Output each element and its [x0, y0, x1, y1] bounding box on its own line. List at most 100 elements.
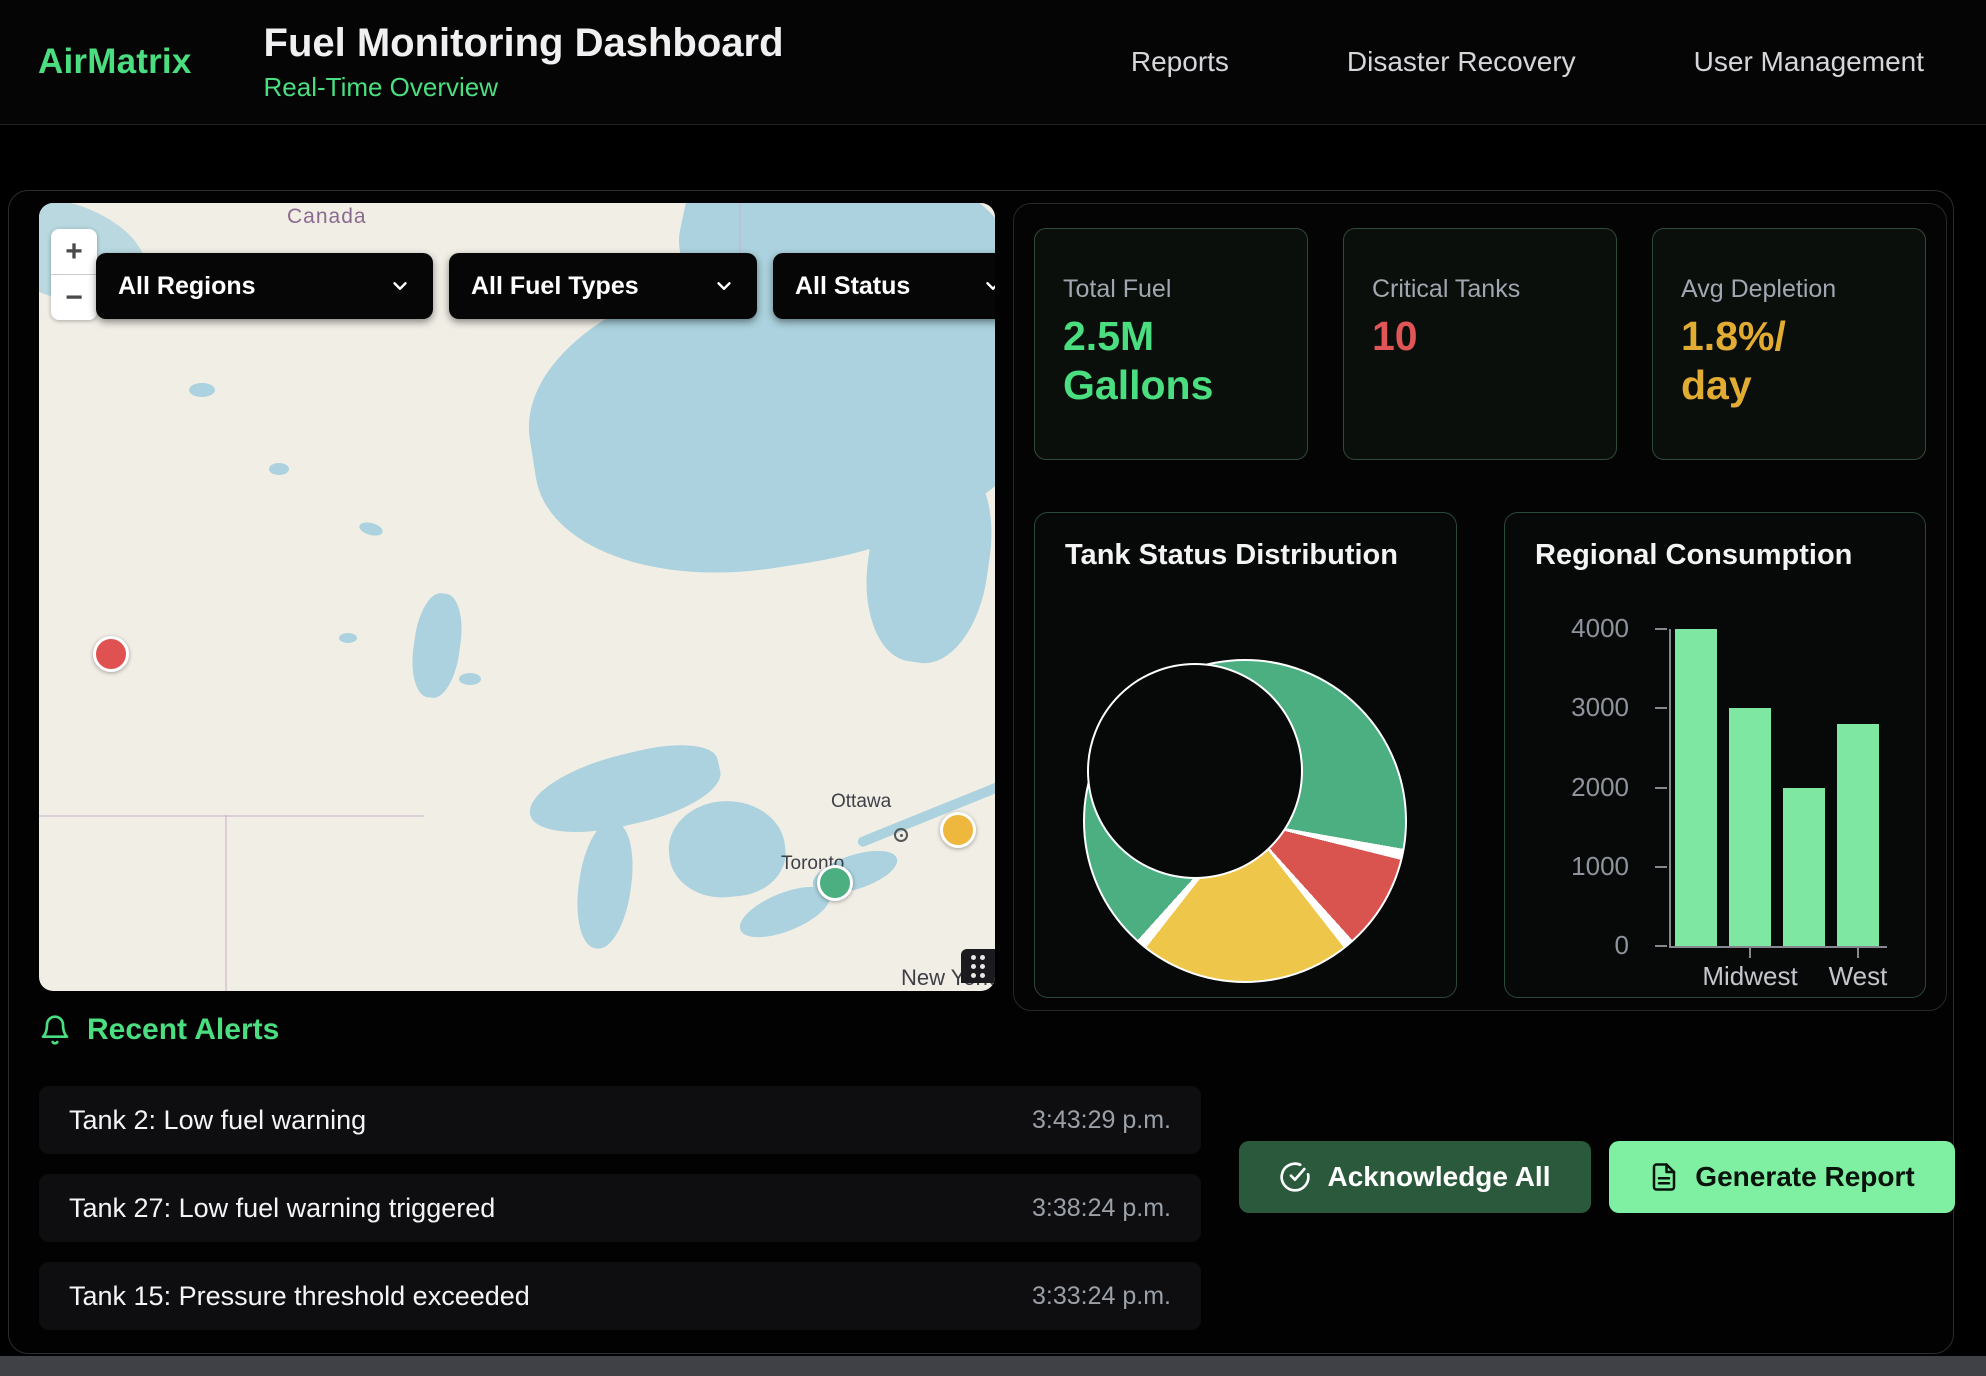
- fuel-map[interactable]: Canada Ottawa Toronto New York + − All R…: [39, 203, 995, 991]
- stat-value-total-fuel: 2.5M Gallons: [1063, 312, 1279, 410]
- alert-row-1[interactable]: Tank 2: Low fuel warning 3:43:29 p.m.: [39, 1086, 1201, 1154]
- map-drag-handle-icon[interactable]: [961, 949, 995, 983]
- nav-disaster-recovery[interactable]: Disaster Recovery: [1347, 46, 1576, 78]
- y-tick-mark: [1655, 945, 1667, 947]
- stat-value-line: 2.5M: [1063, 312, 1279, 361]
- page-title: Fuel Monitoring Dashboard: [264, 21, 784, 66]
- app-header: AirMatrix Fuel Monitoring Dashboard Real…: [0, 0, 1986, 125]
- y-tick-label: 4000: [1519, 613, 1629, 644]
- bar-y-axis: 01000200030004000: [1505, 629, 1655, 946]
- alert-time: 3:33:24 p.m.: [1032, 1282, 1171, 1311]
- city-dot-icon: [894, 828, 908, 842]
- donut-chart-title: Tank Status Distribution: [1065, 539, 1398, 572]
- alert-message: Tank 15: Pressure threshold exceeded: [69, 1281, 530, 1312]
- page-subtitle: Real-Time Overview: [264, 72, 784, 103]
- map-zoom-control: + −: [51, 229, 97, 320]
- brand-logo: AirMatrix: [38, 42, 192, 82]
- y-tick-mark: [1655, 787, 1667, 789]
- stat-label: Avg Depletion: [1681, 275, 1897, 304]
- acknowledge-all-button[interactable]: Acknowledge All: [1239, 1141, 1591, 1213]
- x-tick-mark: [1857, 948, 1859, 958]
- stat-value-line: Gallons: [1063, 361, 1279, 410]
- zoom-out-button[interactable]: −: [51, 275, 97, 320]
- zoom-in-button[interactable]: +: [51, 229, 97, 274]
- title-block: Fuel Monitoring Dashboard Real-Time Over…: [264, 21, 784, 103]
- x-tick-mark: [1749, 948, 1751, 958]
- stat-card-avg-depletion: Avg Depletion 1.8%/ day: [1652, 228, 1926, 460]
- stat-card-critical-tanks: Critical Tanks 10: [1343, 228, 1617, 460]
- filter-regions-dropdown[interactable]: All Regions: [96, 253, 433, 319]
- filter-status-label: All Status: [795, 272, 910, 301]
- bar-chart-title: Regional Consumption: [1535, 539, 1852, 572]
- generate-report-button[interactable]: Generate Report: [1609, 1141, 1955, 1213]
- map-water-shape: [189, 383, 215, 397]
- alert-time: 3:43:29 p.m.: [1032, 1106, 1171, 1135]
- page: AirMatrix Fuel Monitoring Dashboard Real…: [0, 0, 1986, 1376]
- stat-card-total-fuel: Total Fuel 2.5M Gallons: [1034, 228, 1308, 460]
- tank-marker-critical-icon[interactable]: [93, 636, 129, 672]
- map-label-ottawa: Ottawa: [831, 791, 891, 813]
- alert-time: 3:38:24 p.m.: [1032, 1194, 1171, 1223]
- stat-value-line: 10: [1372, 312, 1588, 361]
- tank-marker-normal-icon[interactable]: [817, 865, 853, 901]
- map-water-shape: [358, 520, 384, 538]
- y-tick-label: 1000: [1519, 851, 1629, 882]
- alerts-heading: Recent Alerts: [39, 1013, 279, 1047]
- bar-3: [1837, 724, 1879, 946]
- map-border-line: [225, 815, 227, 991]
- acknowledge-all-label: Acknowledge All: [1327, 1161, 1550, 1193]
- y-tick-label: 3000: [1519, 692, 1629, 723]
- document-icon: [1649, 1162, 1679, 1192]
- y-tick-mark: [1655, 707, 1667, 709]
- nav-reports[interactable]: Reports: [1131, 46, 1229, 78]
- map-filter-row: All Regions All Fuel Types All Status: [96, 253, 995, 319]
- y-tick-label: 0: [1519, 930, 1629, 961]
- chevron-down-icon: [713, 275, 735, 297]
- alert-row-2[interactable]: Tank 27: Low fuel warning triggered 3:38…: [39, 1174, 1201, 1242]
- tank-marker-warning-icon[interactable]: [940, 812, 976, 848]
- map-label-canada: Canada: [287, 205, 367, 229]
- alert-message: Tank 27: Low fuel warning triggered: [69, 1193, 495, 1224]
- main-nav: Reports Disaster Recovery User Managemen…: [1131, 46, 1924, 78]
- bar-2: [1783, 788, 1825, 947]
- filter-status-dropdown[interactable]: All Status: [773, 253, 995, 319]
- window-bottom-strip: [0, 1356, 1986, 1376]
- stat-label: Critical Tanks: [1372, 275, 1588, 304]
- map-water-lake-michigan: [570, 818, 639, 952]
- map-water-shape: [339, 633, 357, 643]
- map-water-lake-winnipeg: [407, 590, 467, 700]
- bell-icon: [39, 1014, 71, 1046]
- alert-message: Tank 2: Low fuel warning: [69, 1105, 366, 1136]
- check-circle-icon: [1279, 1161, 1311, 1193]
- y-tick-label: 2000: [1519, 772, 1629, 803]
- stat-value-line: day: [1681, 361, 1897, 410]
- x-tick-label: West: [1788, 961, 1928, 992]
- chevron-down-icon: [982, 275, 995, 297]
- stat-value-critical-tanks: 10: [1372, 312, 1588, 361]
- map-water-shape: [459, 673, 481, 685]
- filter-fuel-types-dropdown[interactable]: All Fuel Types: [449, 253, 757, 319]
- map-border-line: [39, 815, 424, 817]
- bar-1: [1729, 708, 1771, 946]
- regional-consumption-panel: Regional Consumption 0 1000 2000 3000 4000 M…: [1504, 512, 1926, 998]
- bar-0: [1675, 629, 1717, 946]
- bar-plot: MidwestWest: [1669, 629, 1887, 948]
- stat-value-line: 1.8%/: [1681, 312, 1897, 361]
- stat-label: Total Fuel: [1063, 275, 1279, 304]
- y-tick-mark: [1655, 866, 1667, 868]
- nav-user-management[interactable]: User Management: [1694, 46, 1924, 78]
- alert-row-3[interactable]: Tank 15: Pressure threshold exceeded 3:3…: [39, 1262, 1201, 1330]
- donut-hole: [1087, 663, 1303, 879]
- generate-report-label: Generate Report: [1695, 1161, 1914, 1193]
- filter-fuel-types-label: All Fuel Types: [471, 272, 639, 301]
- alerts-heading-label: Recent Alerts: [87, 1013, 279, 1047]
- stat-value-avg-depletion: 1.8%/ day: [1681, 312, 1897, 410]
- overview-panel: Total Fuel 2.5M Gallons Critical Tanks 1…: [1013, 203, 1947, 1011]
- filter-regions-label: All Regions: [118, 272, 256, 301]
- map-water-shape: [269, 463, 289, 475]
- chevron-down-icon: [389, 275, 411, 297]
- main-panel: Canada Ottawa Toronto New York + − All R…: [8, 190, 1954, 1354]
- tank-status-panel: Tank Status Distribution: [1034, 512, 1457, 998]
- y-tick-mark: [1655, 628, 1667, 630]
- map-water-lake-huron: [664, 795, 789, 903]
